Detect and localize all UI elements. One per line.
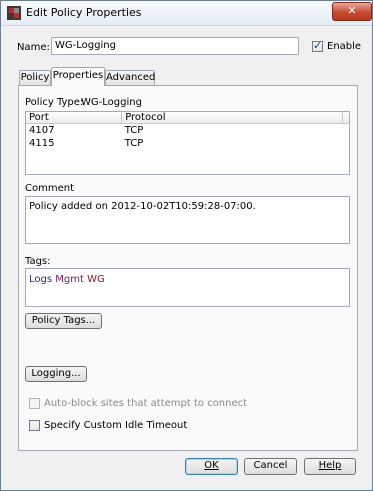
port-column-header[interactable]: Port xyxy=(26,112,123,124)
tab-properties[interactable]: Properties xyxy=(51,67,105,86)
tab-advanced[interactable]: Advanced xyxy=(105,70,155,85)
comment-textarea[interactable]: Policy added on 2012-10-02T10:59:28-07:0… xyxy=(25,196,350,244)
ok-button[interactable]: OK xyxy=(185,458,238,475)
name-label: Name: xyxy=(17,42,50,53)
close-icon: ✕ xyxy=(347,4,357,17)
ports-table[interactable]: Port Protocol 4107 TCP 4115 TCP xyxy=(25,111,350,175)
enable-label: Enable xyxy=(327,41,362,52)
help-button-label: Help xyxy=(318,460,342,471)
policy-tags-button-label: Policy Tags... xyxy=(31,315,96,326)
tags-label: Tags: xyxy=(25,256,51,267)
name-input-value: WG-Logging xyxy=(55,40,116,51)
tags-box[interactable]: Logs Mgmt WG xyxy=(25,268,350,307)
idle-timeout-label: Specify Custom Idle Timeout xyxy=(44,420,188,431)
comment-value: Policy added on 2012-10-02T10:59:28-07:0… xyxy=(29,201,256,212)
tag-logs[interactable]: Logs xyxy=(29,274,52,285)
protocol-column-header[interactable]: Protocol xyxy=(121,112,343,124)
help-button[interactable]: Help xyxy=(304,458,356,475)
close-button[interactable]: ✕ xyxy=(332,2,372,21)
window-title: Edit Policy Properties xyxy=(26,6,142,19)
filler-column-header xyxy=(342,112,349,124)
logging-button-label: Logging... xyxy=(31,368,81,379)
protocol-cell: TCP xyxy=(124,138,144,149)
ok-button-label: OK xyxy=(204,460,219,471)
tab-advanced-label: Advanced xyxy=(106,72,156,83)
ports-table-header: Port Protocol xyxy=(26,112,349,124)
port-cell: 4115 xyxy=(29,138,55,149)
name-input[interactable]: WG-Logging xyxy=(51,37,299,55)
protocol-cell: TCP xyxy=(124,125,144,136)
tab-properties-label: Properties xyxy=(52,70,104,81)
watchguard-app-icon xyxy=(7,6,21,20)
comment-label: Comment xyxy=(25,183,74,194)
policy-type-value: WG-Logging xyxy=(81,97,142,108)
cancel-button[interactable]: Cancel xyxy=(244,458,297,475)
tab-policy[interactable]: Policy xyxy=(19,70,51,85)
title-bar[interactable]: Edit Policy Properties ✕ xyxy=(1,1,372,26)
table-row[interactable]: 4115 TCP xyxy=(26,137,349,150)
cancel-button-label: Cancel xyxy=(253,460,288,471)
policy-tags-button[interactable]: Policy Tags... xyxy=(25,313,102,329)
auto-block-label: Auto-block sites that attempt to connect xyxy=(44,398,248,409)
port-cell: 4107 xyxy=(29,125,55,136)
policy-type-label: Policy Type: xyxy=(25,97,84,108)
dialog-window: Edit Policy Properties ✕ Name: WG-Loggin… xyxy=(0,0,373,491)
ports-table-grid: Port Protocol 4107 TCP 4115 TCP xyxy=(26,112,349,150)
tag-mgmt[interactable]: Mgmt xyxy=(55,274,84,285)
tag-wg[interactable]: WG xyxy=(87,274,105,285)
table-row[interactable]: 4107 TCP xyxy=(26,124,349,138)
tab-policy-label: Policy xyxy=(20,72,50,83)
idle-timeout-checkbox[interactable] xyxy=(29,420,40,431)
auto-block-checkbox[interactable] xyxy=(29,398,40,409)
logging-button[interactable]: Logging... xyxy=(25,366,87,382)
enable-checkbox[interactable] xyxy=(312,39,323,52)
